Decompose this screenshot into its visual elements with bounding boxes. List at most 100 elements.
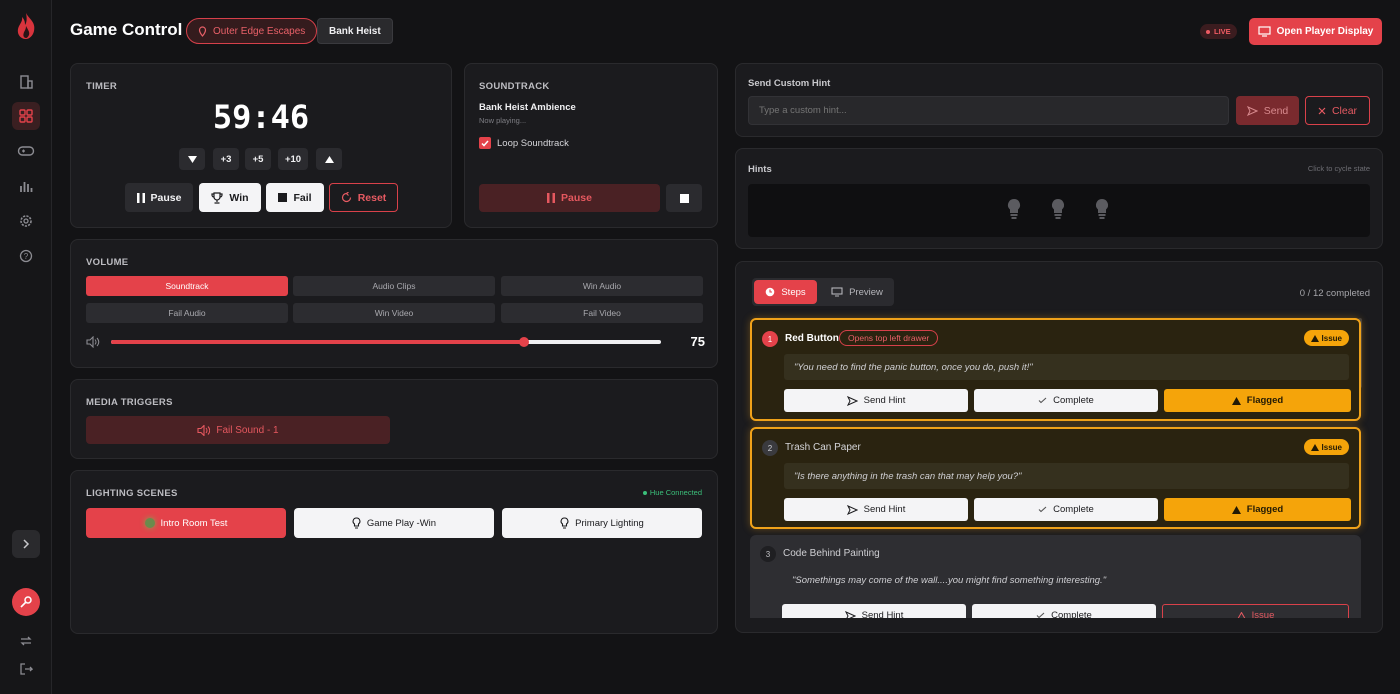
volume-tab-audio-clips[interactable]: Audio Clips bbox=[293, 276, 495, 296]
time-decrease-button[interactable] bbox=[179, 148, 205, 170]
volume-slider-fill bbox=[111, 340, 524, 344]
tab-preview[interactable]: Preview bbox=[824, 280, 890, 304]
soundtrack-label: SOUNDTRACK bbox=[479, 81, 550, 92]
open-player-display-button[interactable]: Open Player Display bbox=[1249, 18, 1382, 45]
help-icon[interactable]: ? bbox=[12, 242, 40, 270]
volume-slider-track[interactable] bbox=[111, 337, 661, 347]
volume-tab-fail-video[interactable]: Fail Video bbox=[501, 303, 703, 323]
step-title: Code Behind Painting bbox=[783, 548, 880, 559]
scene-primary-lighting[interactable]: Primary Lighting bbox=[502, 508, 702, 538]
issue-badge: Issue bbox=[1303, 330, 1349, 346]
soundtrack-pause-button[interactable]: Pause bbox=[479, 184, 660, 212]
lighting-card: LIGHTING SCENES Hue Connected Intro Room… bbox=[70, 470, 718, 634]
step-send-hint-button[interactable]: Send Hint bbox=[782, 604, 966, 618]
step-quote: "Is there anything in the trash can that… bbox=[784, 463, 1349, 489]
sidebar: ? bbox=[0, 0, 52, 694]
switch-icon[interactable] bbox=[12, 627, 40, 655]
custom-hint-input[interactable] bbox=[748, 96, 1229, 125]
step-send-hint-button[interactable]: Send Hint bbox=[784, 498, 968, 521]
scene-intro-room-test[interactable]: Intro Room Test bbox=[86, 508, 286, 538]
loop-label: Loop Soundtrack bbox=[497, 138, 569, 149]
volume-tab-win-video[interactable]: Win Video bbox=[293, 303, 495, 323]
clock-icon bbox=[766, 287, 775, 297]
media-trigger-fail-sound[interactable]: Fail Sound - 1 bbox=[86, 416, 390, 444]
step-flagged-button[interactable]: Flagged bbox=[1164, 389, 1351, 412]
reset-icon bbox=[341, 192, 351, 203]
live-dot-icon bbox=[1206, 29, 1210, 34]
volume-tab-win-audio[interactable]: Win Audio bbox=[501, 276, 703, 296]
close-icon bbox=[1318, 107, 1326, 114]
step-complete-button[interactable]: Complete bbox=[974, 498, 1158, 521]
timer-label: TIMER bbox=[86, 81, 118, 92]
location-badge[interactable]: Outer Edge Escapes bbox=[186, 18, 318, 44]
pause-icon bbox=[136, 192, 145, 203]
send-icon bbox=[844, 610, 856, 618]
add-3-button[interactable]: +3 bbox=[213, 148, 239, 170]
custom-hint-label: Send Custom Hint bbox=[748, 78, 831, 89]
bar-chart-icon[interactable] bbox=[12, 172, 40, 200]
custom-hint-card: Send Custom Hint Send Clear bbox=[735, 63, 1383, 137]
issue-badge: Issue bbox=[1303, 439, 1349, 455]
gear-icon[interactable] bbox=[12, 207, 40, 235]
checkmark-icon bbox=[1038, 506, 1047, 513]
send-icon bbox=[1246, 105, 1258, 116]
hint-bulbs-area bbox=[748, 184, 1370, 237]
volume-tab-soundtrack[interactable]: Soundtrack bbox=[86, 276, 288, 296]
step-item: 1 Red Button Opens top left drawer Issue… bbox=[750, 318, 1361, 421]
step-quote: "You need to find the panic button, once… bbox=[784, 354, 1349, 380]
step-complete-button[interactable]: Complete bbox=[972, 604, 1156, 618]
step-title: Trash Can Paper bbox=[785, 442, 861, 453]
lightbulb-icon bbox=[352, 517, 361, 529]
pause-icon bbox=[547, 193, 556, 203]
triangle-up-icon bbox=[324, 155, 334, 163]
warning-icon bbox=[1310, 443, 1319, 451]
hint-bulb-icon[interactable] bbox=[1094, 198, 1110, 222]
send-hint-button[interactable]: Send bbox=[1236, 96, 1299, 125]
building-icon[interactable] bbox=[12, 68, 40, 96]
time-increase-button[interactable] bbox=[316, 148, 342, 170]
reset-button[interactable]: Reset bbox=[329, 183, 398, 212]
add-10-button[interactable]: +10 bbox=[278, 148, 308, 170]
warning-icon bbox=[1237, 611, 1246, 618]
step-tag: Opens top left drawer bbox=[839, 330, 939, 346]
dashboard-grid-icon[interactable] bbox=[12, 102, 40, 130]
clear-hint-button[interactable]: Clear bbox=[1305, 96, 1370, 125]
win-button[interactable]: Win bbox=[199, 183, 261, 212]
step-flagged-button[interactable]: Flagged bbox=[1164, 498, 1351, 521]
bulb-glow-icon bbox=[144, 518, 155, 528]
stop-square-icon bbox=[679, 193, 689, 203]
loop-checkbox[interactable] bbox=[479, 137, 491, 149]
media-triggers-card: MEDIA TRIGGERS Fail Sound - 1 bbox=[70, 379, 718, 459]
scene-game-play-win[interactable]: Game Play -Win bbox=[294, 508, 494, 538]
warning-icon bbox=[1231, 396, 1241, 405]
volume-tab-fail-audio[interactable]: Fail Audio bbox=[86, 303, 288, 323]
hints-card: Hints Click to cycle state bbox=[735, 148, 1383, 249]
step-number: 2 bbox=[762, 440, 778, 456]
checkmark-icon bbox=[1038, 397, 1047, 404]
fail-button[interactable]: Fail bbox=[266, 183, 324, 212]
expand-sidebar-button[interactable] bbox=[12, 530, 40, 558]
step-item: 3 Code Behind Painting "Somethings may c… bbox=[750, 535, 1361, 618]
logout-icon[interactable] bbox=[12, 655, 40, 683]
soundtrack-stop-button[interactable] bbox=[666, 184, 702, 212]
step-quote: "Somethings may come of the wall....you … bbox=[792, 575, 1107, 586]
step-number: 1 bbox=[762, 331, 778, 347]
lightbulb-icon bbox=[560, 517, 569, 529]
step-send-hint-button[interactable]: Send Hint bbox=[784, 389, 968, 412]
volume-slider-thumb[interactable] bbox=[518, 337, 529, 347]
pause-timer-button[interactable]: Pause bbox=[125, 183, 193, 212]
volume-value: 75 bbox=[690, 334, 705, 349]
user-avatar[interactable] bbox=[12, 588, 40, 616]
room-badge[interactable]: Bank Heist bbox=[317, 18, 393, 44]
gamepad-icon[interactable] bbox=[12, 137, 40, 165]
volume-card: VOLUME Soundtrack Audio Clips Win Audio … bbox=[70, 239, 718, 368]
tab-steps[interactable]: Steps bbox=[754, 280, 817, 304]
add-5-button[interactable]: +5 bbox=[245, 148, 271, 170]
step-complete-button[interactable]: Complete bbox=[974, 389, 1158, 412]
hint-bulb-icon[interactable] bbox=[1050, 198, 1066, 222]
track-title: Bank Heist Ambience bbox=[479, 102, 576, 113]
page-title: Game Control bbox=[70, 20, 183, 39]
live-badge: LIVE bbox=[1200, 24, 1237, 39]
hint-bulb-icon[interactable] bbox=[1006, 198, 1022, 222]
step-issue-button[interactable]: Issue bbox=[1162, 604, 1349, 618]
